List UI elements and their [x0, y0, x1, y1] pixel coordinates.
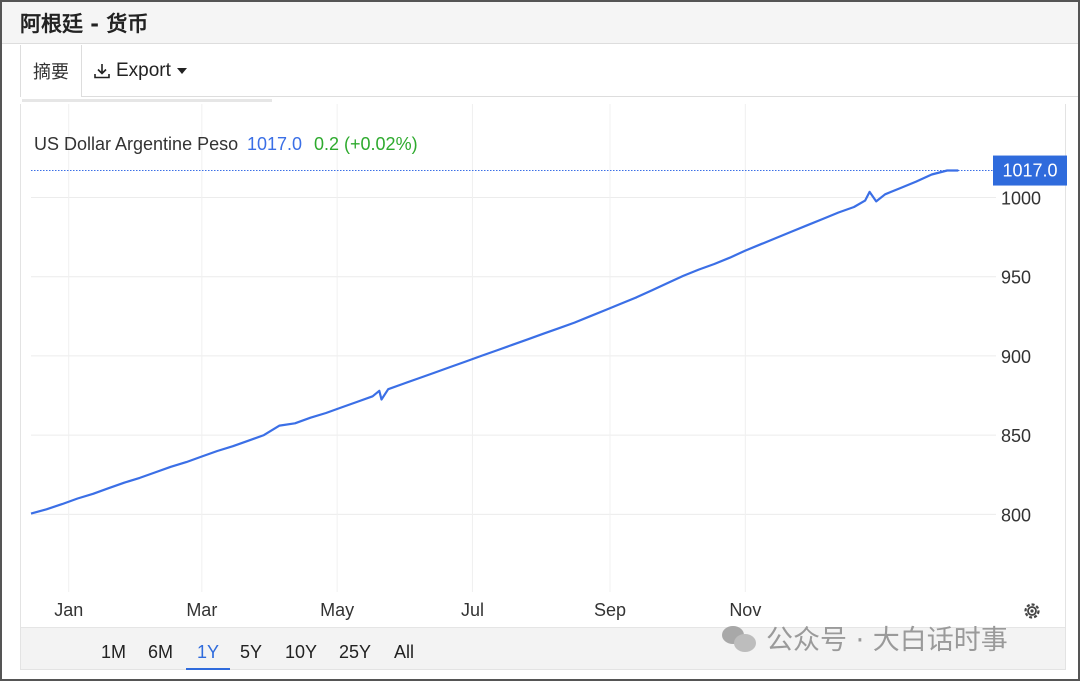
legend-last-value: 1017.0	[247, 134, 302, 154]
y-tick-label: 800	[1001, 505, 1031, 525]
x-tick-label: Sep	[594, 600, 626, 620]
watermark: 公众号 · 大白话时事	[722, 618, 1008, 657]
x-tick-label: May	[320, 600, 354, 620]
y-tick-label: 950	[1001, 268, 1031, 288]
wechat-icon	[722, 624, 758, 652]
x-tick-label: Nov	[729, 600, 761, 620]
legend: US Dollar Argentine Peso 1017.0 0.2 (+0.…	[34, 134, 418, 154]
watermark-text: 公众号 · 大白话时事	[766, 625, 1008, 656]
chart-panel: 800 850 900 950 1000 Jan Mar May Jul Sep Nov US D…	[20, 104, 1067, 670]
active-range-underline	[186, 668, 230, 670]
chart-grid	[31, 104, 996, 592]
gear-icon[interactable]	[1021, 600, 1043, 622]
x-tick-label: Mar	[186, 600, 217, 620]
range-1y[interactable]: 1Y	[197, 642, 219, 663]
range-25y[interactable]: 25Y	[339, 642, 371, 663]
download-icon	[94, 64, 110, 79]
price-chart[interactable]: 800 850 900 950 1000 Jan Mar May Jul Sep Nov US D…	[21, 104, 1067, 627]
legend-series-name: US Dollar Argentine Peso	[34, 134, 238, 154]
x-tick-label: Jan	[54, 600, 83, 620]
chevron-down-icon	[176, 68, 187, 74]
tab-summary[interactable]: 摘要	[20, 45, 82, 97]
range-5y[interactable]: 5Y	[240, 642, 262, 663]
range-10y[interactable]: 10Y	[285, 642, 317, 663]
y-tick-label: 900	[1001, 347, 1031, 367]
title-bar: 阿根廷 - 货币	[2, 2, 1078, 44]
x-axis-labels: Jan Mar May Jul Sep Nov	[54, 600, 761, 620]
series-line	[30, 169, 959, 515]
price-tag-value: 1017.0	[1002, 161, 1057, 181]
range-all[interactable]: All	[394, 642, 414, 663]
x-tick-label: Jul	[461, 600, 484, 620]
y-tick-label: 850	[1001, 426, 1031, 446]
y-axis-labels: 800 850 900 950 1000	[1001, 188, 1041, 525]
page-title: 阿根廷 - 货币	[20, 12, 149, 36]
export-label: Export	[116, 60, 171, 81]
export-button[interactable]: Export	[92, 56, 187, 86]
y-tick-label: 1000	[1001, 188, 1041, 208]
tab-underline	[22, 99, 272, 102]
tab-divider	[82, 96, 1078, 97]
price-tag: 1017.0	[993, 155, 1067, 186]
range-1m[interactable]: 1M	[101, 642, 126, 663]
range-6m[interactable]: 6M	[148, 642, 173, 663]
legend-change: 0.2 (+0.02%)	[314, 134, 418, 154]
